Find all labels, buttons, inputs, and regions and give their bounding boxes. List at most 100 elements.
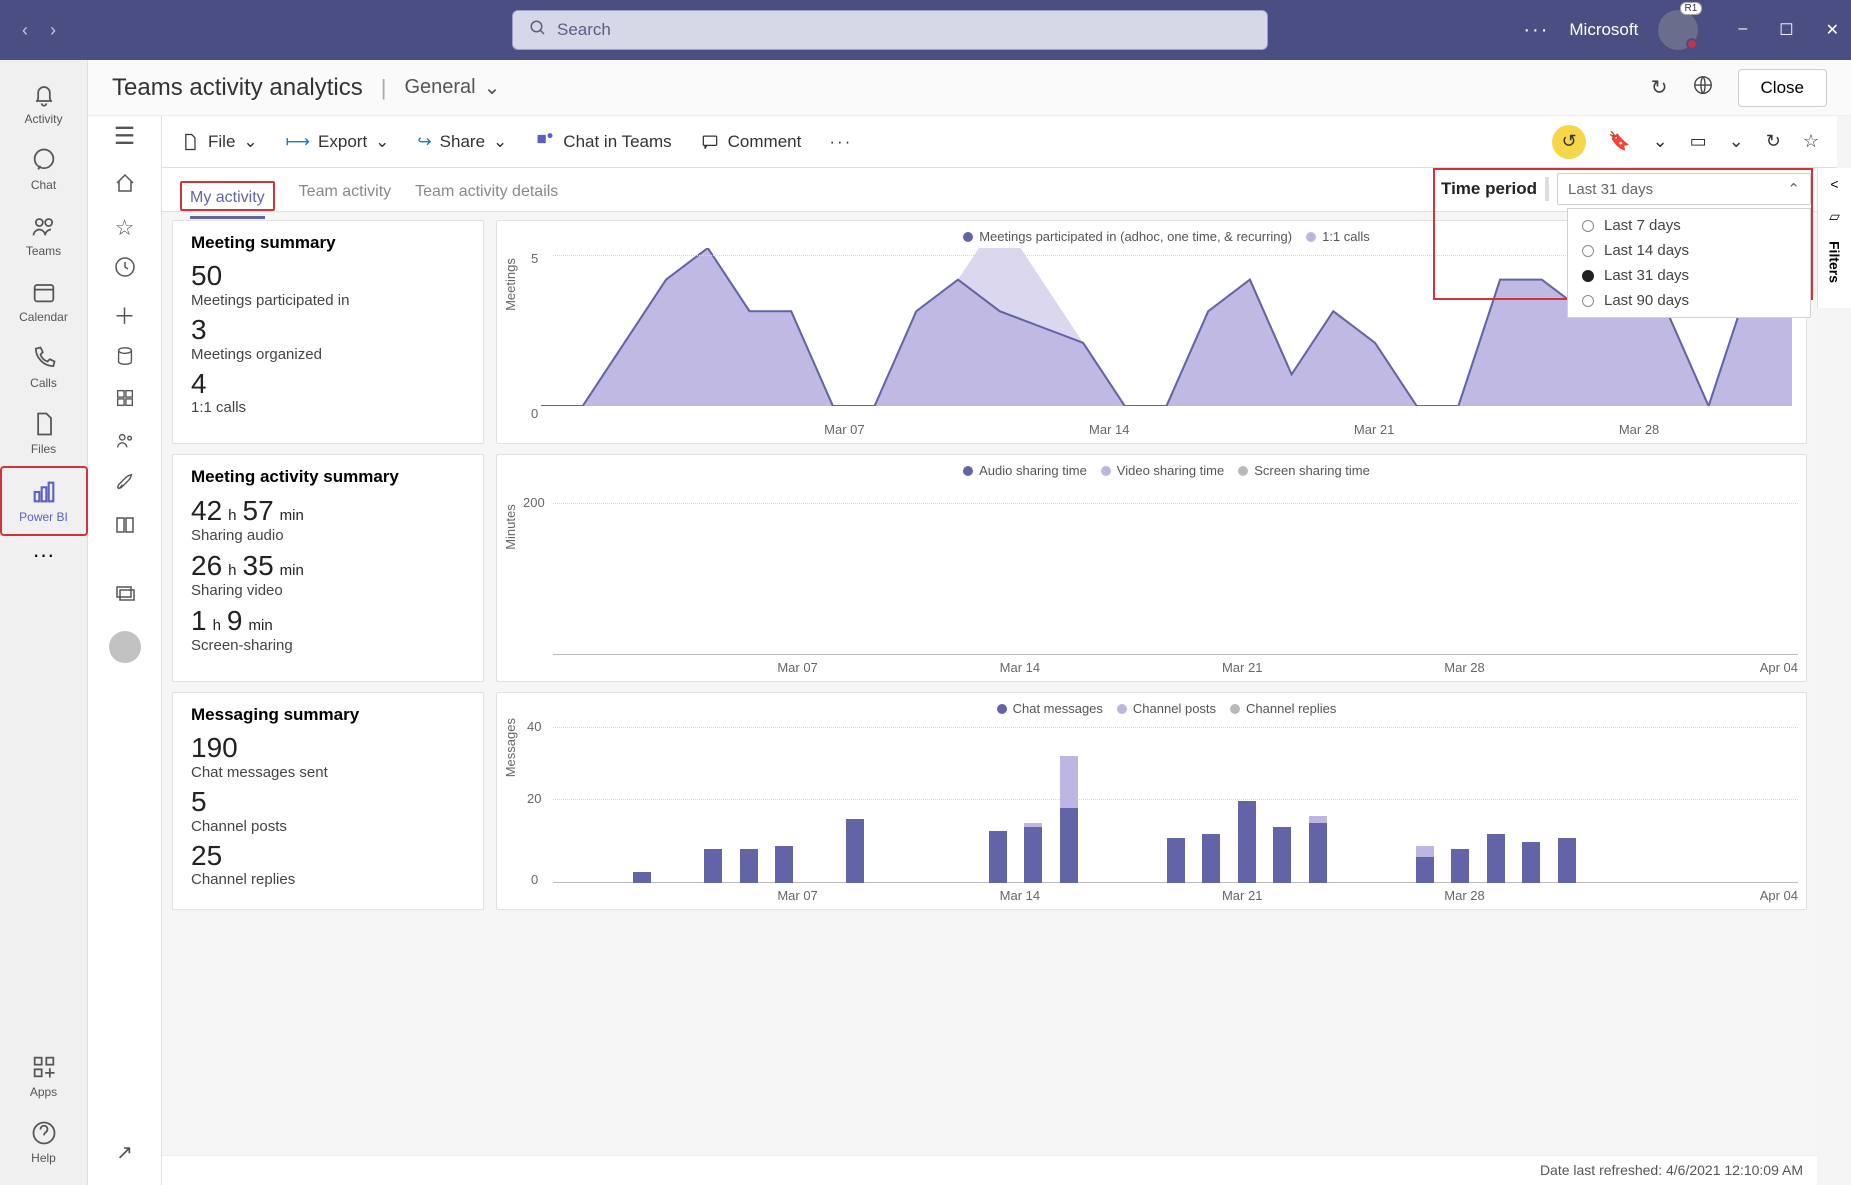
file-icon bbox=[30, 410, 58, 438]
legend-label: Video sharing time bbox=[1117, 463, 1224, 478]
export-menu[interactable]: ⟼ Export ⌄ bbox=[286, 132, 390, 152]
ytick: 5 bbox=[531, 251, 538, 266]
refresh-small-icon[interactable]: ↻ bbox=[1766, 131, 1781, 152]
star-outline-icon[interactable]: ☆ bbox=[1803, 131, 1819, 152]
y-axis-label: Messages bbox=[503, 718, 518, 777]
rail-apps[interactable]: Apps bbox=[0, 1043, 88, 1109]
legend-label: Meetings participated in (adhoc, one tim… bbox=[979, 229, 1292, 244]
minutes-bar-chart[interactable]: Audio sharing time Video sharing time Sc… bbox=[496, 454, 1807, 682]
back-icon[interactable]: ‹ bbox=[22, 20, 28, 41]
channel-name: General bbox=[404, 76, 475, 99]
book-icon[interactable] bbox=[113, 513, 137, 543]
metric-label: Meetings participated in bbox=[191, 292, 465, 309]
chevron-down-icon[interactable]: ⌄ bbox=[1729, 131, 1744, 152]
chat-in-teams[interactable]: Chat in Teams bbox=[535, 129, 671, 154]
comment-button[interactable]: Comment bbox=[700, 132, 802, 152]
filters-pane[interactable]: < ▱ Filters bbox=[1817, 168, 1851, 308]
rail-chat[interactable]: Chat bbox=[0, 136, 88, 202]
report-tabs: My activity Team activity Team activity … bbox=[162, 168, 1817, 212]
x-axis: Mar 07Mar 14Mar 21Mar 28 bbox=[553, 422, 1798, 437]
bars bbox=[553, 485, 1798, 655]
time-period-slicer[interactable]: Time period Last 31 days ⌃ bbox=[1441, 170, 1811, 208]
share-icon: ↪ bbox=[417, 132, 431, 152]
rail-more-icon[interactable]: ··· bbox=[33, 542, 55, 568]
rail-label: Teams bbox=[26, 244, 61, 258]
messages-bar-chart[interactable]: Chat messages Channel posts Channel repl… bbox=[496, 692, 1807, 910]
rail-files[interactable]: Files bbox=[0, 400, 88, 466]
rail-label: Power BI bbox=[19, 510, 68, 524]
search-input[interactable]: Search bbox=[512, 10, 1268, 50]
chevron-left-icon: < bbox=[1830, 176, 1838, 192]
close-window-icon[interactable]: ✕ bbox=[1826, 20, 1839, 40]
ytick: 200 bbox=[523, 495, 545, 510]
legend: Chat messages Channel posts Channel repl… bbox=[541, 701, 1792, 716]
tab-team-activity[interactable]: Team activity bbox=[299, 183, 391, 211]
time-option[interactable]: Last 31 days bbox=[1568, 263, 1810, 288]
card-title: Messaging summary bbox=[191, 705, 465, 725]
rail-powerbi[interactable]: Power BI bbox=[0, 466, 88, 536]
reset-icon[interactable]: ↺ bbox=[1552, 125, 1586, 159]
apps-grid-icon[interactable] bbox=[114, 387, 136, 415]
metric-value: 3 bbox=[191, 315, 465, 346]
globe-icon[interactable] bbox=[1692, 74, 1714, 102]
home-icon[interactable] bbox=[113, 171, 137, 201]
activity-summary-card: Meeting activity summary 42h 57min Shari… bbox=[172, 454, 484, 682]
forward-icon[interactable]: › bbox=[50, 20, 56, 41]
messaging-summary-card: Messaging summary 190 Chat messages sent… bbox=[172, 692, 484, 910]
maximize-icon[interactable]: ☐ bbox=[1779, 20, 1793, 40]
more-icon[interactable]: ··· bbox=[1523, 19, 1549, 42]
file-menu[interactable]: File ⌄ bbox=[180, 132, 258, 152]
meeting-summary-card: Meeting summary 50 Meetings participated… bbox=[172, 220, 484, 444]
chat-label: Chat in Teams bbox=[563, 132, 671, 152]
tab-team-activity-details[interactable]: Team activity details bbox=[415, 183, 558, 211]
rail-label: Calls bbox=[30, 376, 57, 390]
channel-picker[interactable]: General ⌄ bbox=[404, 75, 500, 100]
metric-label: Sharing audio bbox=[191, 527, 465, 544]
ribbon: File ⌄ ⟼ Export ⌄ ↪ Share ⌄ Chat in Team… bbox=[162, 116, 1837, 168]
report-body: My activity Team activity Team activity … bbox=[162, 168, 1817, 1185]
people-small-icon[interactable] bbox=[114, 429, 136, 457]
plus-icon[interactable]: ＋ bbox=[113, 299, 135, 331]
rail-activity[interactable]: Activity bbox=[0, 70, 88, 136]
help-icon bbox=[30, 1119, 58, 1147]
workspaces-icon[interactable] bbox=[113, 581, 137, 611]
minimize-icon[interactable]: – bbox=[1738, 20, 1747, 40]
refresh-icon[interactable]: ↻ bbox=[1651, 75, 1668, 100]
hamburger-icon[interactable]: ☰ bbox=[114, 122, 136, 151]
comment-label: Comment bbox=[728, 132, 802, 152]
ribbon-more-icon[interactable]: ··· bbox=[829, 132, 852, 152]
rocket-icon[interactable] bbox=[114, 471, 136, 499]
chevron-down-icon[interactable]: ⌄ bbox=[1653, 131, 1668, 152]
clock-icon[interactable] bbox=[113, 255, 137, 285]
share-menu[interactable]: ↪ Share ⌄ bbox=[417, 132, 507, 152]
legend: Audio sharing time Video sharing time Sc… bbox=[541, 463, 1792, 478]
rail-teams[interactable]: Teams bbox=[0, 202, 88, 268]
popout-icon[interactable]: ↗ bbox=[116, 1140, 133, 1165]
rail-calendar[interactable]: Calendar bbox=[0, 268, 88, 334]
divider bbox=[1545, 177, 1549, 201]
user-avatar-icon[interactable] bbox=[109, 631, 141, 663]
view-icon[interactable]: ▭ bbox=[1690, 131, 1707, 152]
close-button[interactable]: Close bbox=[1738, 69, 1827, 107]
title-bar: ‹ › Search ··· Microsoft R1 – ☐ ✕ bbox=[0, 0, 1851, 60]
rail-label: Chat bbox=[31, 178, 56, 192]
database-icon[interactable] bbox=[114, 345, 136, 373]
presence-icon bbox=[1686, 38, 1698, 50]
time-period-dropdown: Last 7 days Last 14 days Last 31 days La… bbox=[1567, 208, 1811, 318]
time-option[interactable]: Last 14 days bbox=[1568, 238, 1810, 263]
y-axis-label: Meetings bbox=[503, 258, 518, 311]
teams-icon bbox=[535, 129, 555, 154]
bookmark-icon[interactable]: 🔖 bbox=[1608, 131, 1630, 152]
rail-help[interactable]: Help bbox=[0, 1109, 88, 1175]
bars bbox=[553, 723, 1798, 883]
time-option[interactable]: Last 90 days bbox=[1568, 288, 1810, 313]
star-icon[interactable]: ☆ bbox=[115, 215, 135, 241]
time-option[interactable]: Last 7 days bbox=[1568, 213, 1810, 238]
metric-value: 25 bbox=[191, 841, 465, 872]
rail-calls[interactable]: Calls bbox=[0, 334, 88, 400]
file-label: File bbox=[208, 132, 235, 152]
rail-label: Calendar bbox=[19, 310, 68, 324]
avatar[interactable]: R1 bbox=[1658, 10, 1698, 50]
tab-my-activity[interactable]: My activity bbox=[190, 189, 265, 219]
time-period-select[interactable]: Last 31 days ⌃ bbox=[1557, 173, 1811, 205]
